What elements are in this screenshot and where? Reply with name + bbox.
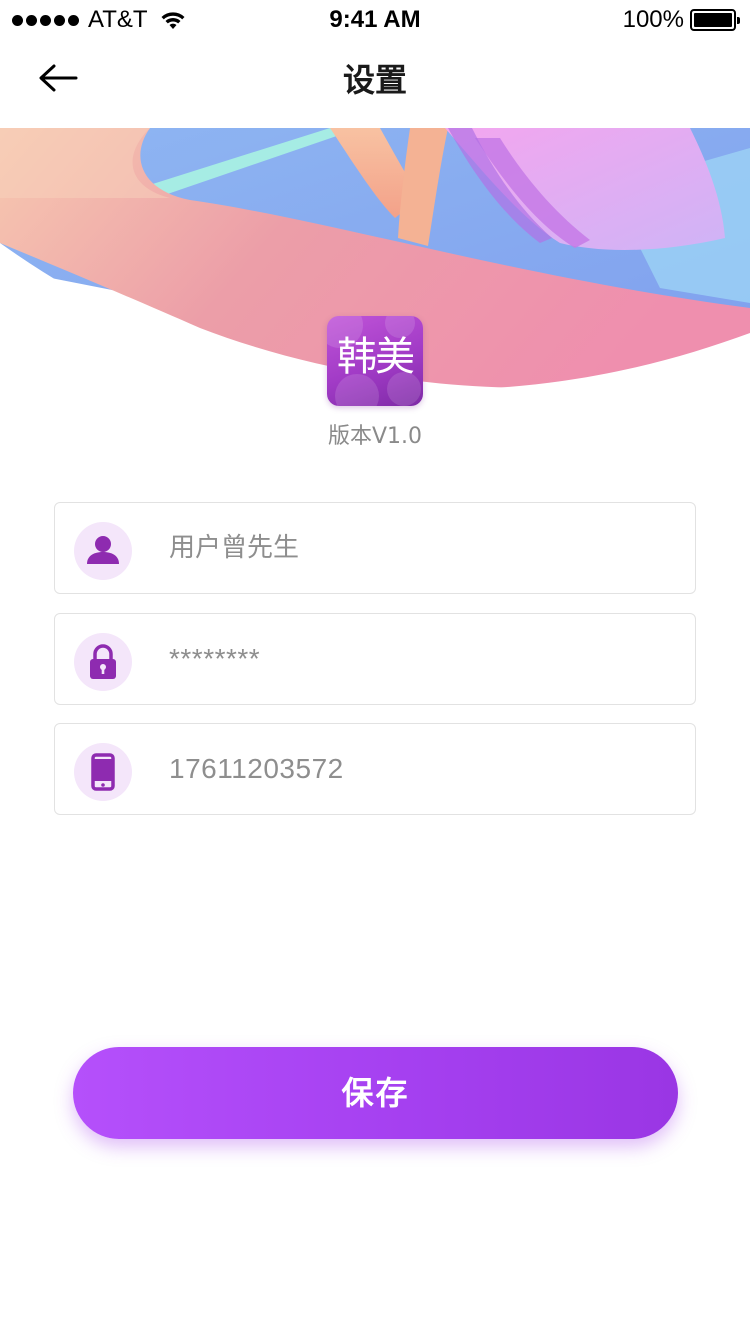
battery-percent: 100% bbox=[622, 6, 684, 33]
username-value: 用户曾先生 bbox=[169, 533, 300, 563]
password-field[interactable]: ******** bbox=[54, 613, 696, 705]
phone-field[interactable]: 17611203572 bbox=[54, 723, 696, 815]
phone-icon bbox=[74, 743, 132, 801]
battery-icon bbox=[690, 9, 740, 31]
phone-value: 17611203572 bbox=[169, 753, 344, 784]
save-button-label: 保存 bbox=[341, 1074, 410, 1112]
username-field[interactable]: 用户曾先生 bbox=[54, 502, 696, 594]
logo-text: 韩美 bbox=[337, 334, 415, 380]
password-value: ******** bbox=[169, 643, 261, 674]
save-button[interactable]: 保存 bbox=[73, 1047, 678, 1139]
status-bar: AT&T 9:41 AM 100% bbox=[0, 0, 750, 40]
version-label: 版本V1.0 bbox=[327, 424, 423, 449]
lock-icon bbox=[74, 633, 132, 691]
status-right: 100% bbox=[622, 6, 740, 33]
user-icon bbox=[74, 522, 132, 580]
nav-bar: 设置 bbox=[0, 40, 750, 128]
page-title: 设置 bbox=[342, 61, 407, 99]
app-logo: 韩美 bbox=[327, 316, 423, 406]
